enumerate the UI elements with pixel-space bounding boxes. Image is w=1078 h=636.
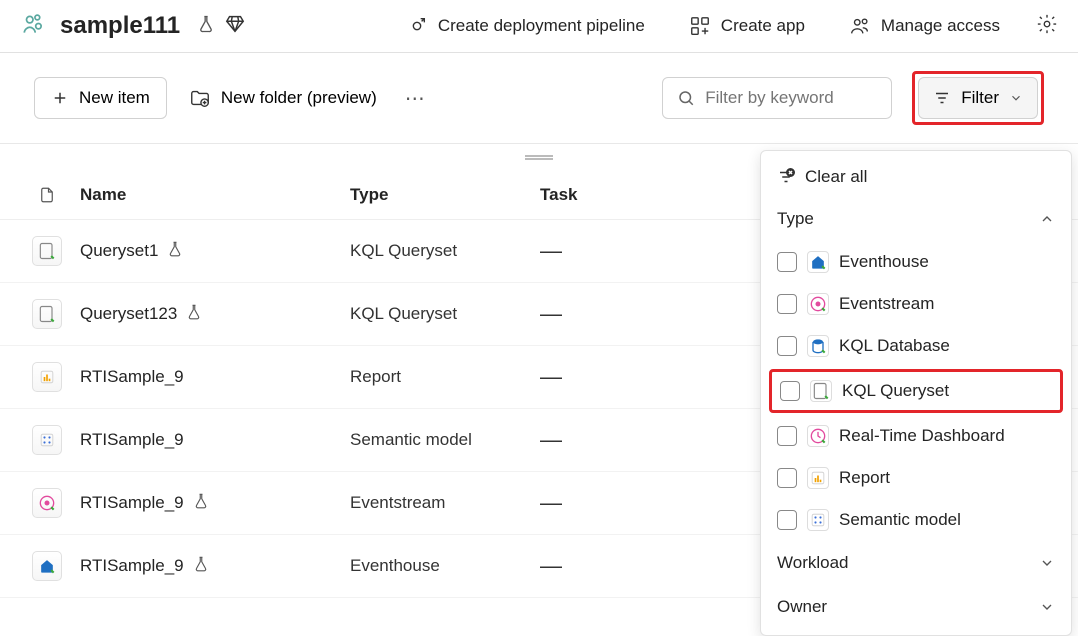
- clear-all-label: Clear all: [805, 167, 867, 187]
- item-name: RTISample_9: [80, 430, 184, 450]
- workload-section-label: Workload: [777, 553, 849, 573]
- chevron-down-icon: [1009, 91, 1023, 105]
- type-icon: [807, 509, 829, 531]
- diamond-icon[interactable]: [224, 13, 246, 40]
- type-icon: [807, 467, 829, 489]
- workload-section-header[interactable]: Workload: [761, 541, 1071, 585]
- filter-type-label: Eventhouse: [839, 252, 929, 272]
- toolbar: New item New folder (preview) ⋯ Filter: [0, 53, 1078, 143]
- filter-type-label: KQL Queryset: [842, 381, 949, 401]
- item-name: RTISample_9: [80, 367, 184, 387]
- column-name[interactable]: Name: [80, 185, 350, 205]
- filter-keyword-field[interactable]: [705, 88, 877, 108]
- chevron-down-icon: [1039, 555, 1055, 571]
- item-type-icon: [32, 551, 62, 581]
- filter-panel: Clear all Type Eventhouse Eventstream KQL …: [760, 150, 1072, 636]
- checkbox[interactable]: [777, 252, 797, 272]
- type-icon: [807, 425, 829, 447]
- checkbox[interactable]: [780, 381, 800, 401]
- create-pipeline-button[interactable]: Create deployment pipeline: [398, 15, 653, 37]
- manage-access-label: Manage access: [881, 16, 1000, 36]
- type-icon: [807, 293, 829, 315]
- create-app-label: Create app: [721, 16, 805, 36]
- item-name: Queryset1: [80, 241, 158, 261]
- flask-icon[interactable]: [196, 14, 216, 39]
- filter-type-label: Eventstream: [839, 294, 934, 314]
- item-type: Eventstream: [350, 493, 540, 513]
- flask-badge-icon: [185, 303, 203, 326]
- create-app-button[interactable]: Create app: [681, 15, 813, 37]
- new-item-button[interactable]: New item: [34, 77, 167, 119]
- type-icon: [810, 380, 832, 402]
- flask-badge-icon: [192, 492, 210, 515]
- checkbox[interactable]: [777, 294, 797, 314]
- file-column-icon: [32, 185, 62, 205]
- new-folder-button[interactable]: New folder (preview): [181, 77, 385, 119]
- item-type-icon: [32, 362, 62, 392]
- checkbox[interactable]: [777, 426, 797, 446]
- item-type: KQL Queryset: [350, 304, 540, 324]
- item-name: Queryset123: [80, 304, 177, 324]
- item-name: RTISample_9: [80, 556, 184, 576]
- checkbox[interactable]: [777, 336, 797, 356]
- item-type: KQL Queryset: [350, 241, 540, 261]
- settings-icon[interactable]: [1036, 13, 1058, 40]
- workspace-title: sample111: [60, 12, 180, 40]
- filter-type-option[interactable]: KQL Database: [761, 325, 1071, 367]
- filter-type-option[interactable]: Semantic model: [761, 499, 1071, 541]
- create-pipeline-label: Create deployment pipeline: [438, 16, 645, 36]
- workspace-icon: [20, 11, 46, 42]
- filter-label: Filter: [961, 88, 999, 108]
- filter-type-option[interactable]: Eventhouse: [761, 241, 1071, 283]
- type-section-header[interactable]: Type: [761, 197, 1071, 241]
- type-section-label: Type: [777, 209, 814, 229]
- filter-type-option[interactable]: KQL Queryset: [772, 372, 1060, 410]
- manage-access-button[interactable]: Manage access: [841, 15, 1008, 37]
- clear-filter-icon: [777, 168, 795, 186]
- item-type: Eventhouse: [350, 556, 540, 576]
- owner-section-header[interactable]: Owner: [761, 585, 1071, 629]
- chevron-up-icon: [1039, 211, 1055, 227]
- filter-type-label: Semantic model: [839, 510, 961, 530]
- filter-type-label: KQL Database: [839, 336, 950, 356]
- item-type: Report: [350, 367, 540, 387]
- filter-type-option[interactable]: Eventstream: [761, 283, 1071, 325]
- filter-highlight: Filter: [912, 71, 1044, 125]
- more-button[interactable]: ⋯: [399, 82, 431, 115]
- new-folder-label: New folder (preview): [221, 88, 377, 108]
- checkbox[interactable]: [777, 510, 797, 530]
- type-icon: [807, 251, 829, 273]
- column-type[interactable]: Type: [350, 185, 540, 205]
- filter-type-label: Report: [839, 468, 890, 488]
- type-icon: [807, 335, 829, 357]
- chevron-down-icon: [1039, 599, 1055, 615]
- item-type-icon: [32, 299, 62, 329]
- filter-keyword-input[interactable]: [662, 77, 892, 119]
- item-type-icon: [32, 236, 62, 266]
- item-type-icon: [32, 425, 62, 455]
- header: sample111 Create deployment pipeline Cre…: [0, 0, 1078, 53]
- item-type-icon: [32, 488, 62, 518]
- filter-type-label: Real-Time Dashboard: [839, 426, 1005, 446]
- filter-type-option[interactable]: Report: [761, 457, 1071, 499]
- item-name: RTISample_9: [80, 493, 184, 513]
- filter-icon: [933, 89, 951, 107]
- flask-badge-icon: [192, 555, 210, 578]
- filter-button[interactable]: Filter: [918, 77, 1038, 119]
- clear-all-button[interactable]: Clear all: [761, 157, 1071, 197]
- checkbox[interactable]: [777, 468, 797, 488]
- owner-section-label: Owner: [777, 597, 827, 617]
- item-type: Semantic model: [350, 430, 540, 450]
- flask-badge-icon: [166, 240, 184, 263]
- new-item-label: New item: [79, 88, 150, 108]
- search-icon: [677, 89, 695, 107]
- filter-type-option[interactable]: Real-Time Dashboard: [761, 415, 1071, 457]
